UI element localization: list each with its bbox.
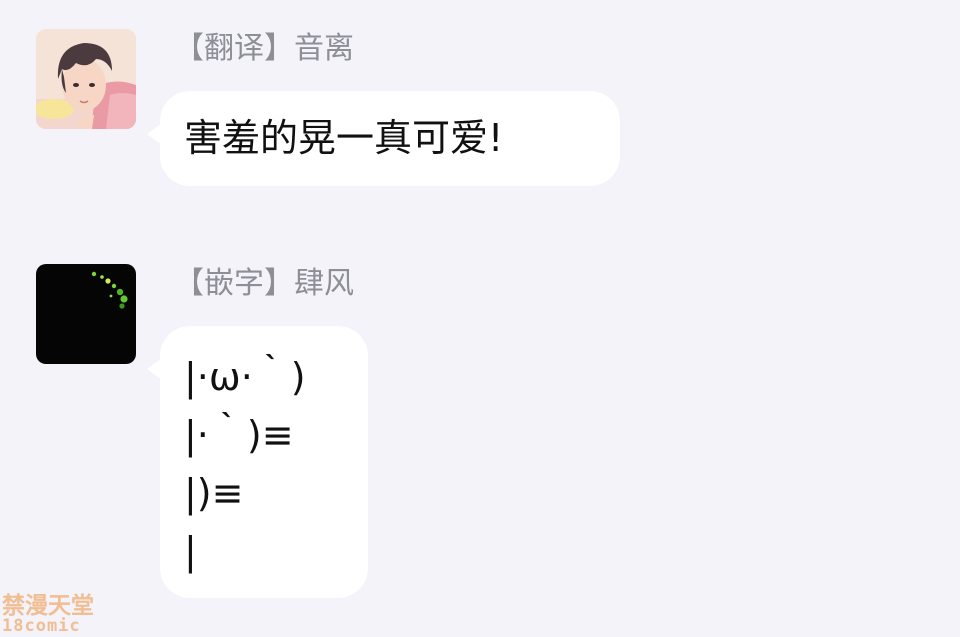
sender-avatar-2[interactable] — [36, 264, 136, 364]
kaomoji-line-3: |)≡ — [184, 471, 244, 515]
kaomoji-block: |·ω·｀) |·｀)≡ |)≡ | — [184, 348, 306, 580]
message-bubble-2[interactable]: |·ω·｀) |·｀)≡ |)≡ | — [147, 326, 368, 598]
watermark-line-1: 禁漫天堂 — [2, 593, 94, 619]
watermark-line-2: 18comic — [2, 616, 81, 636]
site-watermark: 禁漫天堂 18comic — [2, 595, 112, 635]
dark-fireflies-avatar-icon — [36, 264, 136, 364]
kaomoji-line-4: | — [184, 529, 197, 573]
sender-name-2: 【嵌字】肆风 — [174, 266, 354, 301]
kaomoji-line-1: |·ω·｀) — [184, 355, 306, 399]
chat-message-2: 【嵌字】肆风 |·ω·｀) |·｀)≡ |)≡ | — [0, 0, 960, 637]
kaomoji-line-2: |·｀)≡ — [184, 413, 294, 457]
